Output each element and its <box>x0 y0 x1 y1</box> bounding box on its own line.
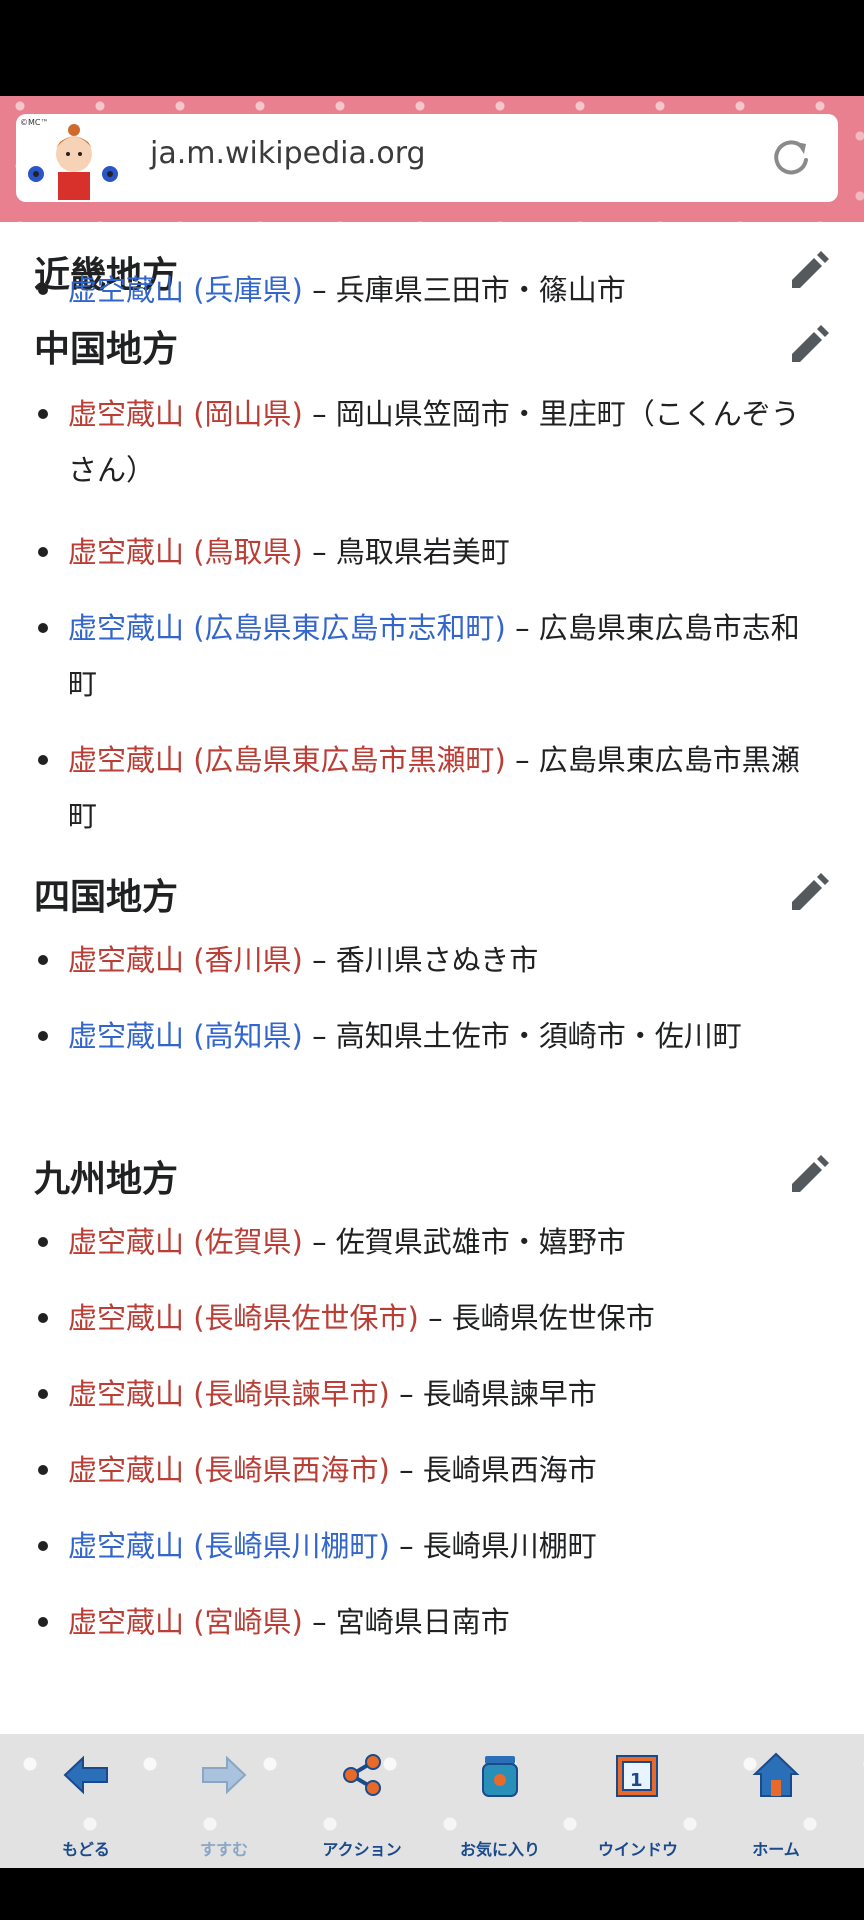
list-item-description: – 長崎県川棚町 <box>389 1529 597 1563</box>
bullet <box>38 623 48 633</box>
browser-header: ©MC™ ja.m.wikipedia.org <box>0 96 864 222</box>
share-icon <box>343 1754 381 1796</box>
section-heading-kyushu: 九州地方 <box>34 1159 179 1200</box>
bullet <box>38 1237 48 1247</box>
list-item-link[interactable]: 虚空蔵山 (長崎県西海市) <box>68 1453 390 1487</box>
avatar[interactable]: ©MC™ <box>18 116 128 200</box>
edit-pencil-icon[interactable] <box>786 872 830 916</box>
list-item-description: – 高知県土佐市・須崎市・佐川町 <box>302 1019 742 1053</box>
list-item-link[interactable]: 虚空蔵山 (兵庫県) <box>68 273 303 307</box>
avatar-caption: ©MC™ <box>20 118 49 127</box>
bullet <box>38 1465 48 1475</box>
favorites-button[interactable]: お気に入り <box>428 1734 572 1868</box>
home-button[interactable]: ホーム <box>704 1734 848 1868</box>
list-item-description: – 長崎県諫早市 <box>389 1377 597 1411</box>
system-navigation-bar <box>0 1868 864 1920</box>
bullet <box>38 1313 48 1323</box>
list-item-link[interactable]: 虚空蔵山 (宮崎県) <box>68 1605 303 1639</box>
forward-arrow-icon <box>202 1755 247 1795</box>
back-button[interactable]: もどる <box>14 1734 158 1868</box>
list-item-description: – 鳥取県岩美町 <box>302 535 510 569</box>
list-item-description: – 長崎県佐世保市 <box>418 1301 655 1335</box>
list-item-link[interactable]: 虚空蔵山 (長崎県佐世保市) <box>68 1301 419 1335</box>
list-item-link[interactable]: 虚空蔵山 (長崎県諫早市) <box>68 1377 390 1411</box>
address-bar[interactable]: ©MC™ ja.m.wikipedia.org <box>16 114 838 202</box>
list-item-description: – 宮崎県日南市 <box>302 1605 510 1639</box>
url-text[interactable]: ja.m.wikipedia.org <box>150 136 426 171</box>
reload-icon[interactable] <box>766 132 816 182</box>
back-arrow-icon <box>63 1755 108 1795</box>
list-item-link[interactable]: 虚空蔵山 (佐賀県) <box>68 1225 303 1259</box>
list-item-link[interactable]: 虚空蔵山 (香川県) <box>68 943 303 977</box>
favorites-label: お気に入り <box>459 1840 540 1859</box>
forward-button[interactable]: すすむ <box>152 1734 296 1868</box>
bullet <box>38 955 48 965</box>
bottom-toolbar: もどる すすむ アクション お気に入り 1 ウインドウ ホーム <box>0 1734 864 1868</box>
bullet <box>38 1031 48 1041</box>
list-item-link[interactable]: 虚空蔵山 (広島県東広島市黒瀬町) <box>68 743 506 777</box>
action-label: アクション <box>322 1840 402 1859</box>
list-item-link[interactable]: 虚空蔵山 (広島県東広島市志和町) <box>68 611 506 645</box>
list-item-link[interactable]: 虚空蔵山 (鳥取県) <box>68 535 303 569</box>
bullet <box>38 1541 48 1551</box>
list-item-description: – 香川県さぬき市 <box>302 943 539 977</box>
list-item-description: – 佐賀県武雄市・嬉野市 <box>302 1225 626 1259</box>
edit-pencil-icon[interactable] <box>786 1154 830 1198</box>
article-content: 近畿地方 虚空蔵山 (兵庫県) – 兵庫県三田市・篠山市 中国地方 虚空蔵山 (… <box>0 222 864 1734</box>
bullet <box>38 409 48 419</box>
list-item-link[interactable]: 虚空蔵山 (高知県) <box>68 1019 303 1053</box>
list-item-link[interactable]: 虚空蔵山 (長崎県川棚町) <box>68 1529 390 1563</box>
forward-label: すすむ <box>199 1840 248 1859</box>
action-button[interactable]: アクション <box>290 1734 434 1868</box>
window-count: 1 <box>630 1770 643 1791</box>
section-heading-chugoku: 中国地方 <box>34 329 179 370</box>
status-bar <box>0 0 864 96</box>
bullet <box>38 547 48 557</box>
jar-icon <box>482 1756 518 1797</box>
back-label: もどる <box>62 1840 110 1859</box>
window-label: ウインドウ <box>597 1840 678 1859</box>
section-heading-shikoku: 四国地方 <box>34 877 179 918</box>
character-avatar-icon <box>28 124 118 200</box>
home-label: ホーム <box>752 1840 800 1859</box>
bullet <box>38 1389 48 1399</box>
window-button[interactable]: 1 ウインドウ <box>566 1734 710 1868</box>
bullet <box>38 285 48 295</box>
list-item-description: – 長崎県西海市 <box>389 1453 597 1487</box>
list-item-link[interactable]: 虚空蔵山 (岡山県) <box>68 397 303 431</box>
list-item-description: – 兵庫県三田市・篠山市 <box>302 273 626 307</box>
bullet <box>38 1617 48 1627</box>
edit-pencil-icon[interactable] <box>786 324 830 368</box>
bullet <box>38 755 48 765</box>
home-icon <box>752 1752 800 1797</box>
